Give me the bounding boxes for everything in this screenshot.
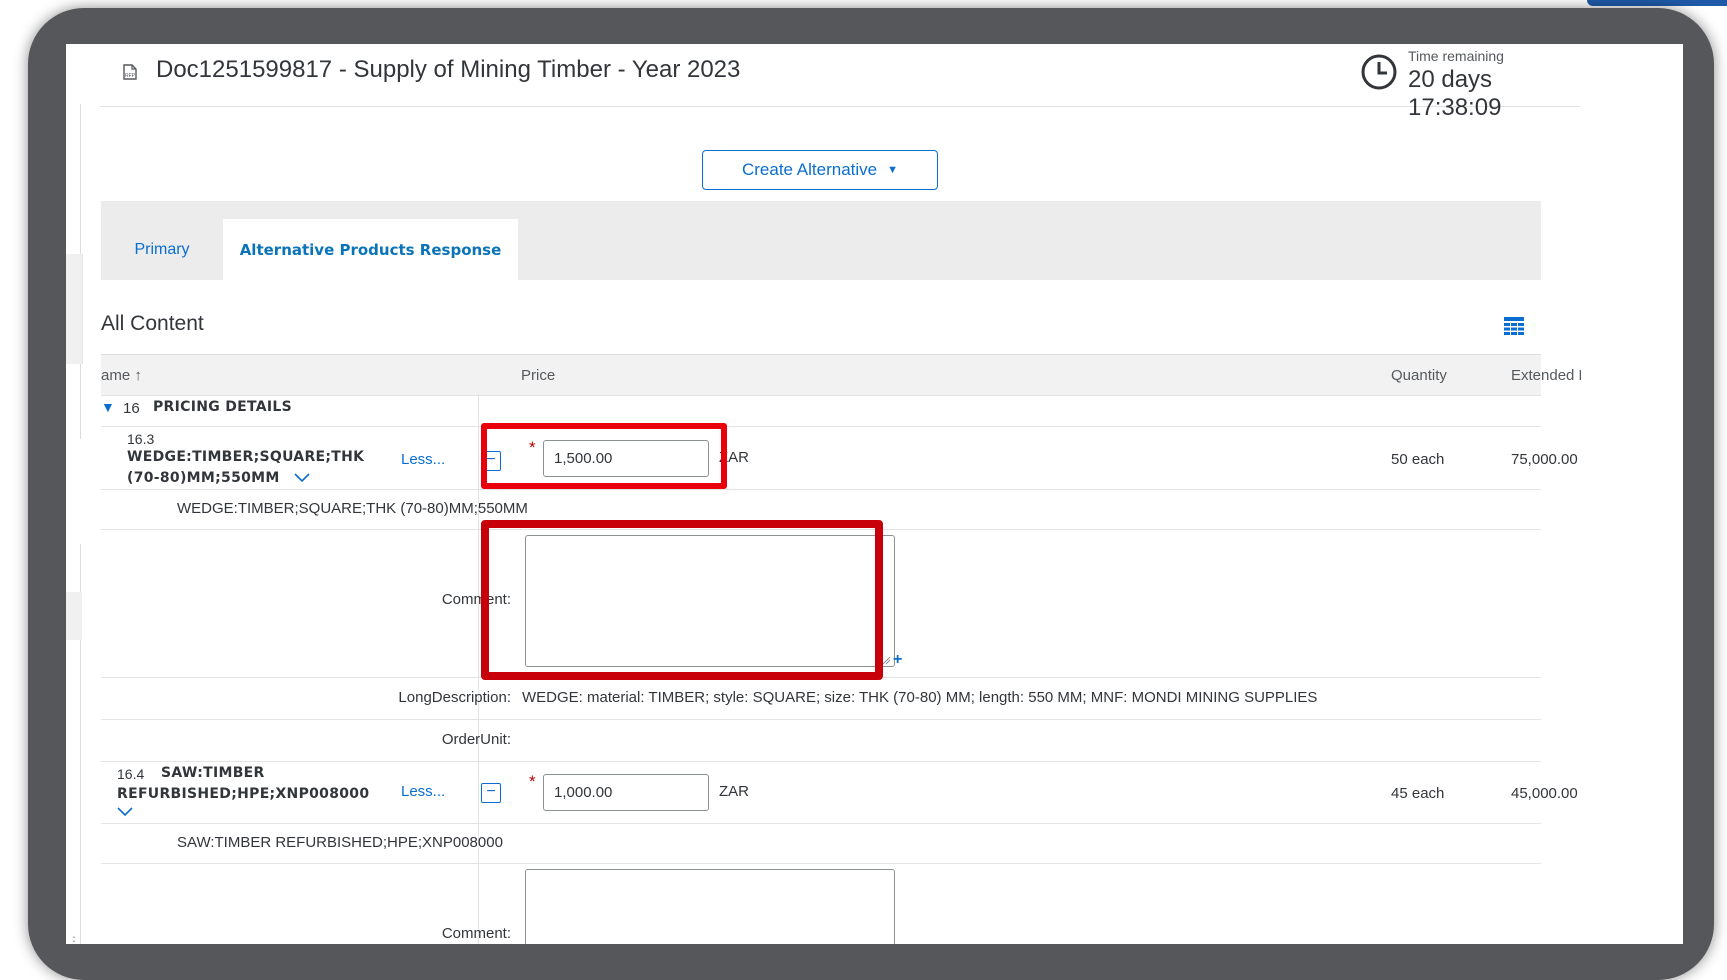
comment-label: Comment:: [441, 591, 511, 608]
required-indicator: *: [529, 772, 536, 791]
price-input[interactable]: [543, 774, 709, 811]
long-description-label: LongDescription:: [398, 689, 511, 706]
comment-row: Comment: +: [101, 529, 1541, 678]
left-side-panel: ⋮: [66, 104, 83, 944]
table-row: 16.3 WEDGE:TIMBER;SQUARE;THK (70-80)MM;5…: [101, 427, 1581, 490]
app-screen: ⋮ RFP Doc1251599817 - Supply of Mining T…: [66, 44, 1683, 944]
long-description-value: WEDGE: material: TIMBER; style: SQUARE; …: [522, 689, 1318, 706]
less-link[interactable]: Less...: [401, 451, 445, 468]
quantity-value: 50 each: [1391, 451, 1445, 468]
item-number: 16.3: [127, 431, 155, 447]
item-description-row: WEDGE:TIMBER;SQUARE;THK (70-80)MM;550MM: [101, 489, 1541, 530]
item-name-line: REFURBISHED;HPE;XNP008000: [117, 786, 370, 802]
item-name: SAW:TIMBER REFURBISHED;HPE;XNP008000: [117, 763, 369, 805]
price-input[interactable]: [543, 440, 709, 477]
item-name: WEDGE:TIMBER;SQUARE;THK (70-80)MM;550MM: [127, 447, 364, 489]
group-row: ▼ 16 PRICING DETAILS: [101, 394, 1541, 427]
item-name-line: (70-80)MM;550MM: [127, 468, 364, 489]
panel-tab[interactable]: [66, 592, 82, 640]
rfp-document-icon: RFP: [123, 64, 137, 80]
page-header: RFP Doc1251599817 - Supply of Mining Tim…: [100, 44, 1580, 121]
extended-price-value: 75,000.00 ZAR: [1511, 451, 1581, 468]
group-number: 16: [123, 400, 140, 417]
order-unit-row: OrderUnit:: [101, 719, 1541, 762]
currency-label: ZAR: [719, 783, 749, 800]
panel-tab[interactable]: [66, 254, 83, 364]
clock-icon: [1361, 54, 1397, 90]
create-alternative-label: Create Alternative: [741, 160, 878, 179]
quantity-value: 45 each: [1391, 785, 1445, 802]
collapse-button[interactable]: −: [481, 783, 501, 803]
tab-primary[interactable]: Primary: [101, 219, 223, 280]
table-header: ame ↑ Price Quantity Extended Pric: [101, 354, 1581, 396]
comment-textarea[interactable]: [525, 535, 895, 667]
extended-price-value: 45,000.00 ZAR: [1511, 785, 1581, 802]
expand-toggle-icon[interactable]: ▼: [101, 399, 115, 415]
section-title: All Content: [101, 312, 204, 335]
corner-accent: [1587, 0, 1727, 6]
order-unit-label: OrderUnit:: [441, 731, 511, 748]
collapse-button[interactable]: −: [481, 451, 501, 471]
long-description-row: LongDescription: WEDGE: material: TIMBER…: [101, 677, 1541, 720]
less-link[interactable]: Less...: [401, 783, 445, 800]
comment-row: Comment:: [101, 863, 1541, 944]
tab-bar: Primary Alternative Products Response: [101, 201, 1541, 280]
item-description: SAW:TIMBER REFURBISHED;HPE;XNP008000: [177, 834, 503, 851]
svg-text:RFP: RFP: [125, 73, 136, 79]
chevron-down-icon[interactable]: [294, 473, 310, 483]
comment-textarea[interactable]: [525, 869, 895, 944]
comment-label: Comment:: [441, 925, 511, 942]
panel-drag-handle-icon[interactable]: ⋮: [68, 934, 80, 944]
item-name-line: WEDGE:TIMBER;SQUARE;THK: [127, 449, 365, 465]
time-remaining-value: 20 days 17:38:09: [1408, 66, 1502, 121]
item-description: WEDGE:TIMBER;SQUARE;THK (70-80)MM;550MM: [177, 500, 528, 517]
add-icon[interactable]: +: [893, 651, 902, 669]
item-name-line2: (70-80)MM;550MM: [127, 470, 280, 486]
item-name-line: SAW:TIMBER: [161, 765, 265, 781]
page-title: Doc1251599817 - Supply of Mining Timber …: [156, 56, 741, 83]
tab-alternative-products-response[interactable]: Alternative Products Response: [223, 219, 518, 280]
chevron-down-icon[interactable]: [117, 807, 133, 817]
time-remaining-label: Time remaining: [1408, 48, 1504, 64]
table-row: 16.4 SAW:TIMBER REFURBISHED;HPE;XNP00800…: [101, 761, 1581, 824]
column-header-quantity[interactable]: Quantity: [1391, 367, 1447, 384]
required-indicator: *: [529, 438, 536, 457]
column-header-price[interactable]: Price: [521, 367, 555, 384]
create-alternative-button[interactable]: Create Alternative ▼: [702, 150, 938, 190]
table-settings-icon[interactable]: [1504, 317, 1524, 335]
resize-grip-icon[interactable]: [881, 655, 891, 665]
currency-label: ZAR: [719, 449, 749, 466]
caret-down-icon: ▼: [887, 164, 899, 176]
column-header-extended-price[interactable]: Extended Pric: [1511, 367, 1581, 384]
group-name: PRICING DETAILS: [153, 399, 293, 415]
item-description-row: SAW:TIMBER REFURBISHED;HPE;XNP008000: [101, 823, 1541, 864]
column-header-name[interactable]: ame ↑: [101, 367, 142, 384]
